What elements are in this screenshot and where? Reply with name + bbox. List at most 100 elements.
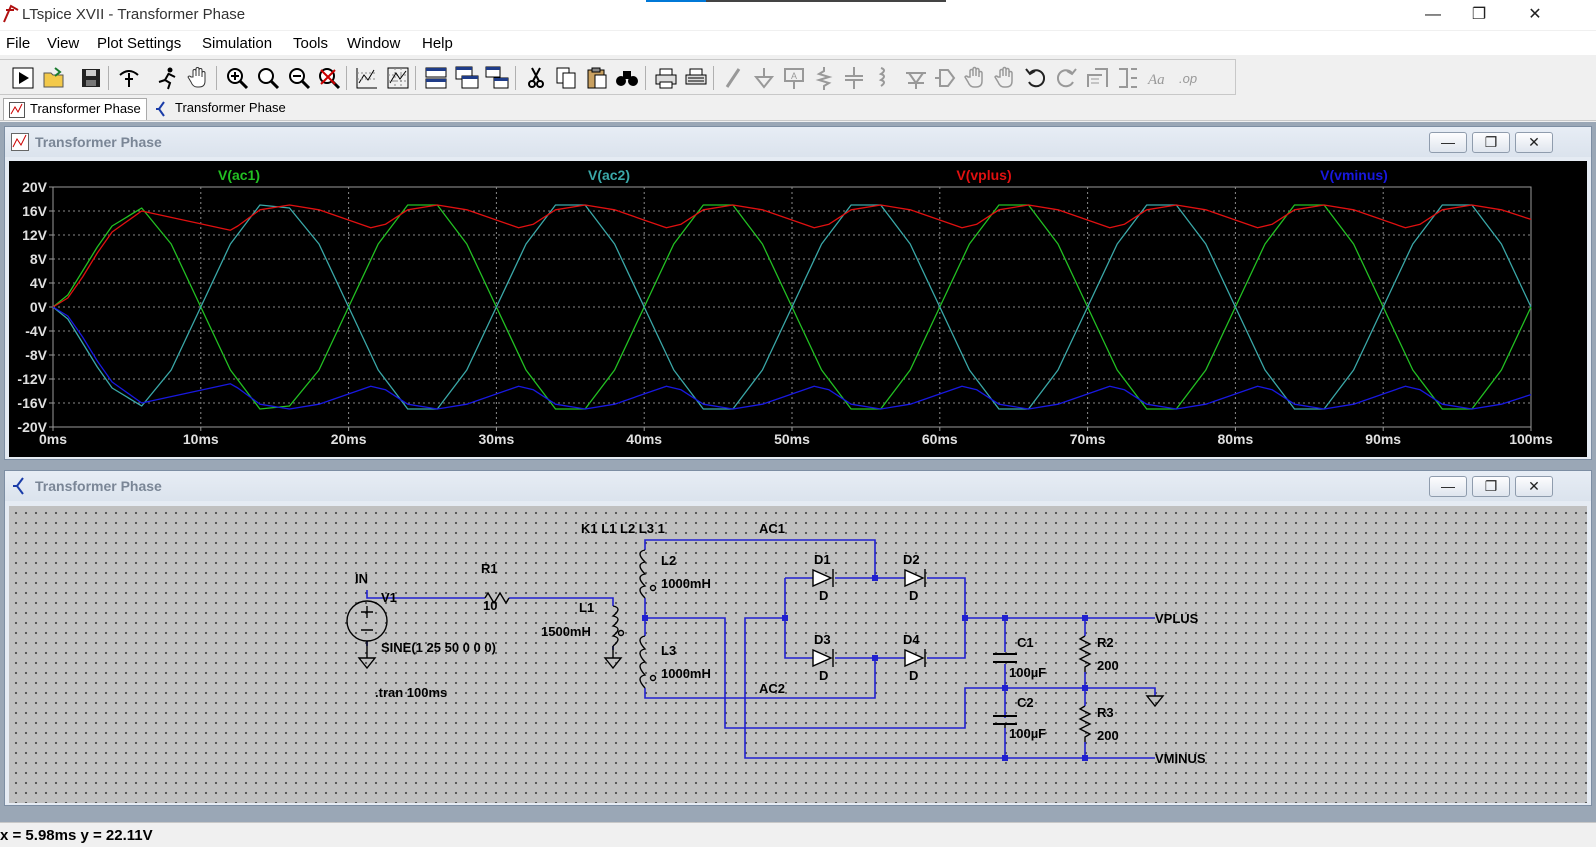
- waveform-plot-pane[interactable]: 0ms 10ms 20ms 30ms 40ms 50ms 60ms 70ms 80ms 90ms 1…: [9, 161, 1587, 457]
- component-name-d4[interactable]: D4: [903, 632, 920, 647]
- copy-icon[interactable]: [553, 65, 579, 91]
- component-value-d3[interactable]: D: [819, 668, 828, 683]
- schematic-close-button[interactable]: ✕: [1515, 476, 1553, 497]
- trace-label[interactable]: V(vplus): [956, 167, 1011, 183]
- run-icon[interactable]: [10, 65, 36, 91]
- tab-schematic[interactable]: Transformer Phase: [149, 98, 291, 120]
- component-value-v1[interactable]: SINE(1 25 50 0 0 0): [381, 640, 496, 655]
- diode-d1[interactable]: [812, 568, 834, 588]
- component-name-d1[interactable]: D1: [814, 552, 831, 567]
- waveform-chart[interactable]: 0ms 10ms 20ms 30ms 40ms 50ms 60ms 70ms 80ms 90ms 1…: [9, 161, 1587, 457]
- menu-tools[interactable]: Tools: [293, 35, 328, 52]
- control-panel-icon[interactable]: [116, 65, 142, 91]
- resistor-r3[interactable]: [1078, 705, 1092, 742]
- inductor-l1[interactable]: [611, 605, 619, 647]
- wire-icon[interactable]: [721, 65, 747, 91]
- component-value-d1[interactable]: D: [819, 588, 828, 603]
- diode-icon[interactable]: [903, 65, 929, 91]
- component-name-r1[interactable]: R1: [481, 561, 498, 576]
- find-icon[interactable]: [614, 65, 640, 91]
- cut-icon[interactable]: [523, 65, 549, 91]
- component-icon[interactable]: [933, 65, 959, 91]
- schematic-canvas[interactable]: IN V1 SINE(1 25 50 0 0 0) .tran 100ms R1…: [9, 506, 1587, 803]
- menu-window[interactable]: Window: [347, 35, 400, 52]
- waveform-minimize-button[interactable]: —: [1429, 132, 1467, 153]
- component-value-c1[interactable]: 100µF: [1009, 665, 1046, 680]
- net-label-ac2[interactable]: AC2: [759, 681, 785, 696]
- menu-view[interactable]: View: [47, 35, 79, 52]
- schematic-minimize-button[interactable]: —: [1429, 476, 1467, 497]
- waveform-maximize-button[interactable]: ❐: [1472, 132, 1510, 153]
- net-label-in[interactable]: IN: [355, 571, 368, 586]
- resistor-r2[interactable]: [1078, 635, 1092, 672]
- cascade-icon[interactable]: [454, 65, 480, 91]
- component-name-l1[interactable]: L1: [579, 600, 594, 615]
- text-icon[interactable]: Aa: [1146, 65, 1172, 91]
- label-net-icon[interactable]: A: [781, 65, 807, 91]
- zoom-in-icon[interactable]: [224, 65, 250, 91]
- trace-label[interactable]: V(ac2): [588, 167, 630, 183]
- menu-help[interactable]: Help: [422, 35, 453, 52]
- waveform-window-titlebar[interactable]: Transformer Phase — ❐ ✕: [5, 127, 1591, 157]
- component-name-d2[interactable]: D2: [903, 552, 920, 567]
- component-name-r2[interactable]: R2: [1097, 635, 1114, 650]
- net-label-vplus[interactable]: VPLUS: [1155, 611, 1199, 626]
- zoom-out-icon[interactable]: [286, 65, 312, 91]
- component-name-c2[interactable]: C2: [1017, 695, 1034, 710]
- tile-horizontal-icon[interactable]: [423, 65, 449, 91]
- maximize-button[interactable]: ❐: [1456, 0, 1502, 30]
- component-value-r3[interactable]: 200: [1097, 728, 1119, 743]
- diode-d2[interactable]: [904, 568, 926, 588]
- component-name-c1[interactable]: C1: [1017, 635, 1034, 650]
- tile-vertical-icon[interactable]: [484, 65, 510, 91]
- tab-waveform[interactable]: Transformer Phase: [3, 98, 147, 120]
- component-value-d4[interactable]: D: [909, 668, 918, 683]
- spice-directive-icon[interactable]: .op: [1177, 65, 1203, 91]
- ground-icon[interactable]: [751, 65, 777, 91]
- component-name-v1[interactable]: V1: [381, 590, 397, 605]
- mirror-icon[interactable]: [1115, 65, 1141, 91]
- halt-icon[interactable]: [154, 65, 180, 91]
- menu-simulation[interactable]: Simulation: [202, 35, 272, 52]
- spice-directive-coupling[interactable]: K1 L1 L2 L3 1: [581, 521, 665, 536]
- zoom-full-icon[interactable]: [316, 65, 342, 91]
- net-label-ac1[interactable]: AC1: [759, 521, 785, 536]
- component-value-c2[interactable]: 100µF: [1009, 726, 1046, 741]
- paste-icon[interactable]: [584, 65, 610, 91]
- pan-icon[interactable]: [186, 65, 212, 91]
- spice-directive-tran[interactable]: .tran 100ms: [375, 685, 447, 700]
- net-label-vminus[interactable]: VMINUS: [1155, 751, 1206, 766]
- open-icon[interactable]: [41, 65, 67, 91]
- trace-label[interactable]: V(vminus): [1320, 167, 1388, 183]
- autorange-icon[interactable]: [354, 65, 380, 91]
- component-value-l2[interactable]: 1000mH: [661, 576, 711, 591]
- print-icon[interactable]: [653, 65, 679, 91]
- schematic-window-titlebar[interactable]: Transformer Phase — ❐ ✕: [5, 471, 1591, 501]
- print-preview-icon[interactable]: [683, 65, 709, 91]
- minimize-button[interactable]: —: [1410, 0, 1456, 30]
- trace-label[interactable]: V(ac1): [218, 167, 260, 183]
- component-value-l1[interactable]: 1500mH: [541, 624, 591, 639]
- diode-d3[interactable]: [812, 648, 834, 668]
- menu-plot-settings[interactable]: Plot Settings: [97, 35, 181, 52]
- inductor-l2[interactable]: [639, 549, 647, 599]
- menu-file[interactable]: File: [6, 35, 30, 52]
- component-value-l3[interactable]: 1000mH: [661, 666, 711, 681]
- close-button[interactable]: ✕: [1512, 0, 1558, 30]
- grid-icon[interactable]: [385, 65, 411, 91]
- save-icon[interactable]: [78, 65, 104, 91]
- move-icon[interactable]: [963, 65, 989, 91]
- redo-icon[interactable]: [1053, 65, 1079, 91]
- component-name-r3[interactable]: R3: [1097, 705, 1114, 720]
- component-value-d2[interactable]: D: [909, 588, 918, 603]
- undo-icon[interactable]: [1023, 65, 1049, 91]
- component-name-l2[interactable]: L2: [661, 553, 676, 568]
- component-value-r2[interactable]: 200: [1097, 658, 1119, 673]
- schematic-drawing[interactable]: IN V1 SINE(1 25 50 0 0 0) .tran 100ms R1…: [9, 506, 1587, 803]
- waveform-close-button[interactable]: ✕: [1515, 132, 1553, 153]
- schematic-maximize-button[interactable]: ❐: [1472, 476, 1510, 497]
- rotate-icon[interactable]: [1085, 65, 1111, 91]
- component-name-d3[interactable]: D3: [814, 632, 831, 647]
- resistor-icon[interactable]: [811, 65, 837, 91]
- inductor-l3[interactable]: [639, 635, 647, 689]
